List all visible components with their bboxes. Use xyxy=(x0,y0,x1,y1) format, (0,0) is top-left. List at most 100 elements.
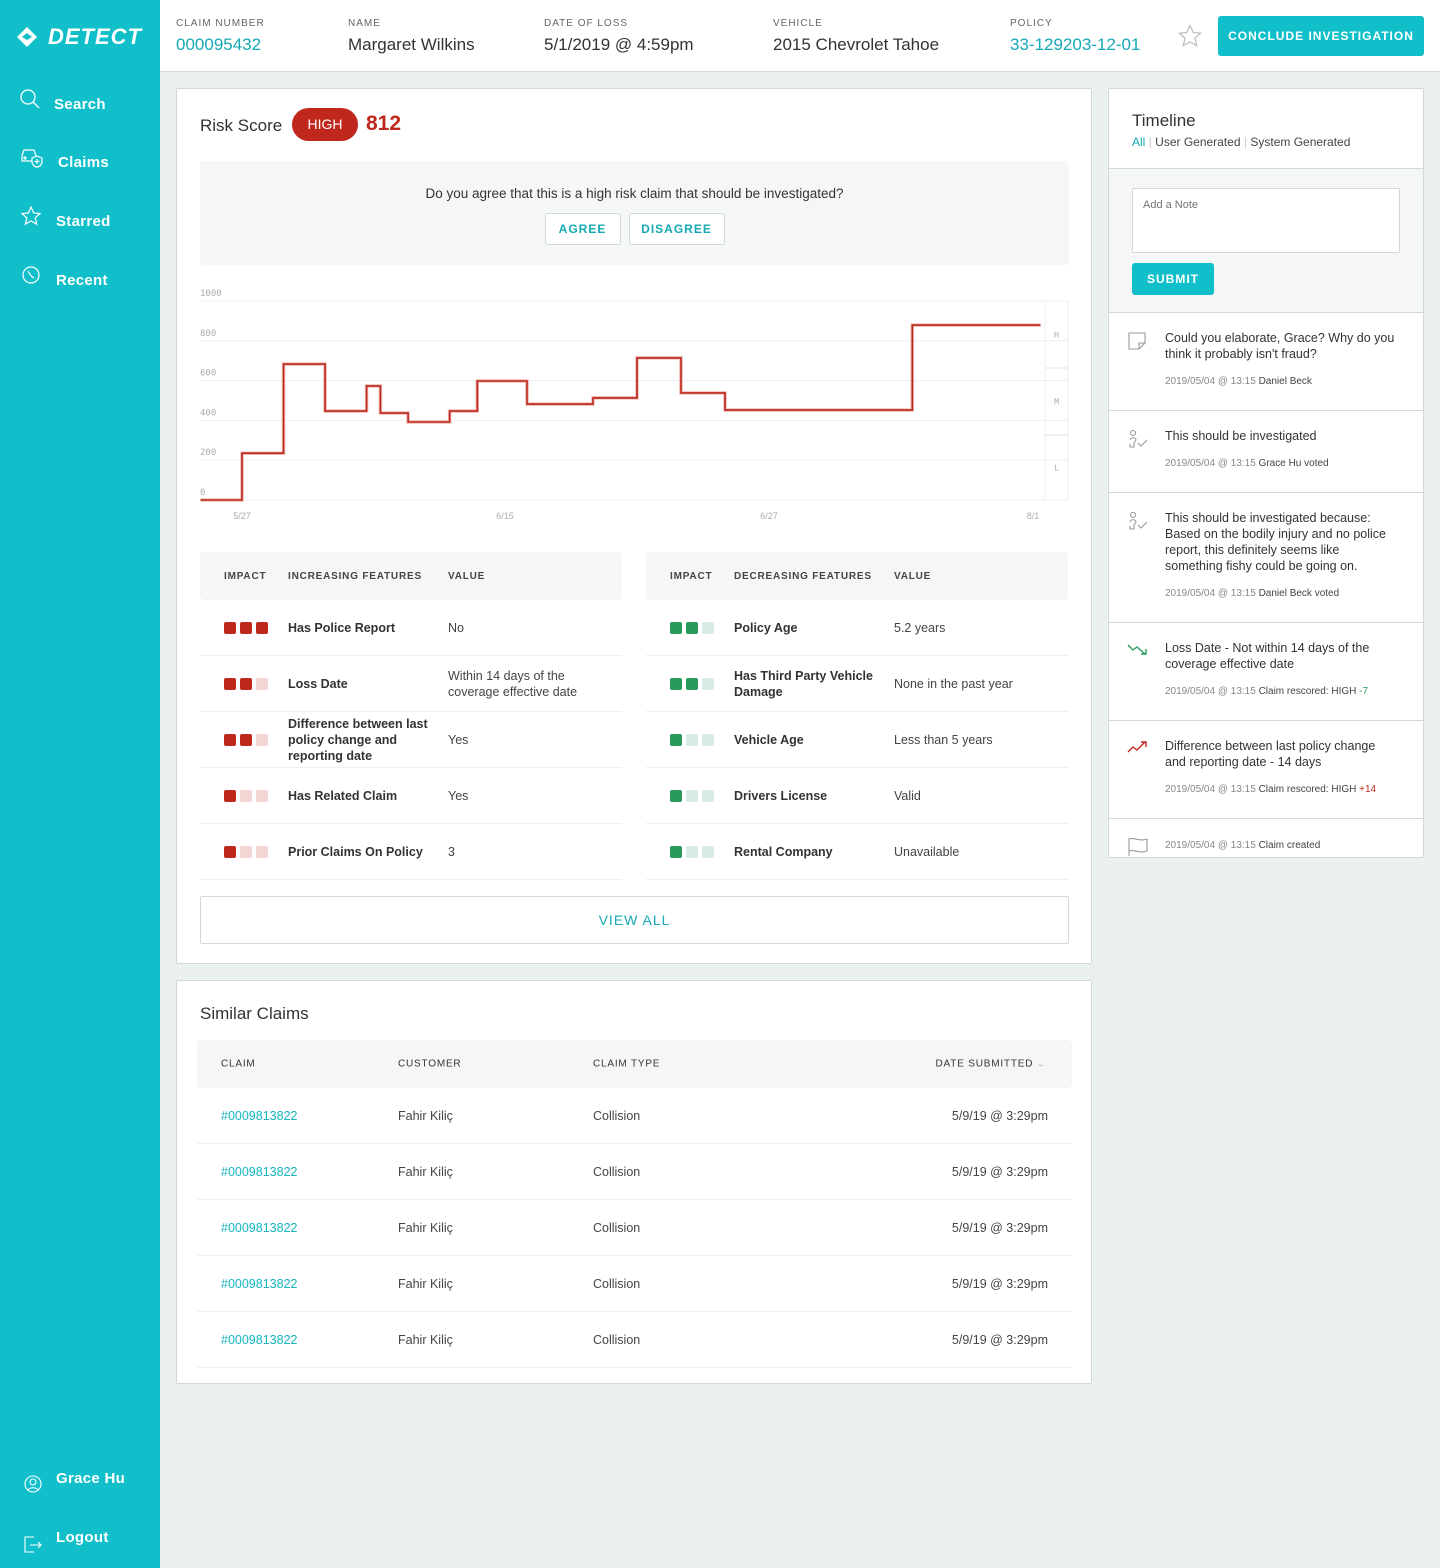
score-delta: -7 xyxy=(1359,686,1369,697)
claim-link[interactable]: #0009813822 xyxy=(221,1277,297,1291)
impact-dot xyxy=(256,845,268,858)
star-toggle-icon[interactable] xyxy=(1177,23,1203,49)
impact-dot xyxy=(240,845,252,858)
score-delta: +14 xyxy=(1359,784,1377,795)
claimant-name: Margaret Wilkins xyxy=(348,35,475,54)
timeline-title: Timeline xyxy=(1132,111,1196,130)
feature-value: None in the past year xyxy=(894,676,1013,691)
risk-score-line-glow xyxy=(200,323,1041,502)
field-label: VEHICLE xyxy=(773,18,823,29)
name-field: NAME Margaret Wilkins xyxy=(348,18,475,55)
feature-value: 5.2 years xyxy=(894,620,946,635)
sidebar-item-search[interactable]: Search xyxy=(20,88,106,113)
table-row[interactable]: #0009813822 Fahir Kiliç Collision 5/9/19… xyxy=(197,1256,1072,1312)
table-row: Has Police Report No xyxy=(200,600,622,656)
impact-dot xyxy=(240,621,252,634)
date-submitted: 5/9/19 @ 3:29pm xyxy=(951,1220,1048,1235)
impact-dot xyxy=(670,845,682,858)
claim-number[interactable]: 000095432 xyxy=(176,35,265,55)
sidebar-item-recent[interactable]: Recent xyxy=(20,264,108,289)
sidebar-item-starred[interactable]: Starred xyxy=(20,205,111,230)
impact-dot xyxy=(670,677,682,690)
search-icon xyxy=(20,89,40,109)
impact-dot xyxy=(256,789,268,802)
impact-dot xyxy=(702,733,714,746)
date-of-loss-field: DATE OF LOSS 5/1/2019 @ 4:59pm xyxy=(544,18,694,55)
similar-claims-table: CLAIM CUSTOMER CLAIM TYPE DATE SUBMITTED… xyxy=(197,1040,1072,1368)
policy-number[interactable]: 33-129203-12-01 xyxy=(1010,35,1140,55)
impact-dot xyxy=(686,621,698,634)
impact-dot xyxy=(702,621,714,634)
increasing-features-table: IMPACT INCREASING FEATURES VALUE Has Pol… xyxy=(200,552,622,880)
column-header: VALUE xyxy=(894,571,932,582)
feature-name: Vehicle Age xyxy=(734,732,804,747)
impact-dot xyxy=(224,677,236,690)
sort-date-submitted[interactable]: DATE SUBMITTED ⌄ xyxy=(936,1059,1046,1070)
divider: | xyxy=(1243,135,1248,149)
claim-link[interactable]: #0009813822 xyxy=(221,1333,297,1347)
filter-system-generated[interactable]: System Generated xyxy=(1250,135,1350,149)
author: Daniel Beck voted xyxy=(1258,588,1340,599)
table-row[interactable]: #0009813822 Fahir Kiliç Collision 5/9/19… xyxy=(197,1312,1072,1368)
table-row[interactable]: #0009813822 Fahir Kiliç Collision 5/9/19… xyxy=(197,1088,1072,1144)
impact-dot xyxy=(670,733,682,746)
impact-dot xyxy=(686,789,698,802)
conclude-investigation-button[interactable]: CONCLUDE INVESTIGATION xyxy=(1218,16,1424,56)
impact-dot xyxy=(702,789,714,802)
impact-dot xyxy=(670,621,682,634)
claim-type: Collision xyxy=(593,1276,641,1291)
divider: | xyxy=(1148,135,1152,149)
add-note-input[interactable] xyxy=(1132,188,1400,253)
impact-dot xyxy=(686,733,698,746)
submit-note-button[interactable]: SUBMIT xyxy=(1132,263,1214,295)
feature-value: Valid xyxy=(894,788,921,803)
claim-link[interactable]: #0009813822 xyxy=(221,1165,297,1179)
feature-value: No xyxy=(448,620,464,635)
logout-button[interactable]: Logout xyxy=(24,1526,109,1562)
decreasing-features-table: IMPACT DECREASING FEATURES VALUE Policy … xyxy=(646,552,1068,880)
note-icon xyxy=(1127,331,1147,355)
filter-user-generated[interactable]: User Generated xyxy=(1155,135,1240,149)
author: Grace Hu voted xyxy=(1258,458,1329,469)
column-header: DECREASING FEATURES xyxy=(734,571,872,582)
sidebar-user[interactable]: Grace Hu xyxy=(24,1466,125,1502)
column-header: IMPACT xyxy=(670,571,713,582)
table-header: CLAIM CUSTOMER CLAIM TYPE DATE SUBMITTED… xyxy=(197,1040,1072,1088)
author: Claim created xyxy=(1258,840,1321,851)
timeline-item: 2019/05/04 @ 13:15 Claim created xyxy=(1109,818,1423,857)
sidebar-item-label: Recent xyxy=(56,272,108,289)
timeline-item: Could you elaborate, Grace? Why do you t… xyxy=(1109,312,1423,410)
feature-name: Prior Claims On Policy xyxy=(288,844,423,859)
impact-dot xyxy=(224,733,236,746)
impact-dot xyxy=(256,621,268,634)
agree-button[interactable]: AGREE xyxy=(544,213,621,245)
column-header: INCREASING FEATURES xyxy=(288,571,422,582)
timeline-item: Loss Date - Not within 14 days of the co… xyxy=(1109,622,1423,720)
table-row[interactable]: #0009813822 Fahir Kiliç Collision 5/9/19… xyxy=(197,1144,1072,1200)
y-tick-label: 200 xyxy=(200,448,216,458)
timestamp: 2019/05/04 @ 13:15 xyxy=(1165,686,1256,697)
claim-link[interactable]: #0009813822 xyxy=(221,1109,297,1123)
risk-band-label: L xyxy=(1054,464,1059,473)
impact-dot xyxy=(256,677,268,690)
x-tick-label: 6/27 xyxy=(760,511,778,521)
impact-indicator xyxy=(670,677,714,690)
y-tick-label: 0 xyxy=(200,488,205,498)
filter-all[interactable]: All xyxy=(1132,135,1145,149)
feature-name: Has Police Report xyxy=(288,620,395,635)
author: Claim rescored: HIGH xyxy=(1258,784,1357,795)
claim-type: Collision xyxy=(593,1108,641,1123)
flag-icon xyxy=(1127,837,1149,857)
impact-dot xyxy=(670,789,682,802)
user-vote-icon xyxy=(1127,511,1149,537)
risk-score-title: Risk Score xyxy=(200,116,283,135)
table-row[interactable]: #0009813822 Fahir Kiliç Collision 5/9/19… xyxy=(197,1200,1072,1256)
sidebar-item-claims[interactable]: Claims xyxy=(20,146,109,171)
feature-value: Yes xyxy=(448,732,469,747)
logo[interactable]: DETECT xyxy=(16,24,142,50)
timeline-meta: 2019/05/04 @ 13:15 Daniel Beck voted xyxy=(1165,586,1399,602)
disagree-button[interactable]: DISAGREE xyxy=(628,213,725,245)
date-submitted: 5/9/19 @ 3:29pm xyxy=(951,1164,1048,1179)
claim-link[interactable]: #0009813822 xyxy=(221,1221,297,1235)
view-all-button[interactable]: VIEW ALL xyxy=(200,896,1069,944)
